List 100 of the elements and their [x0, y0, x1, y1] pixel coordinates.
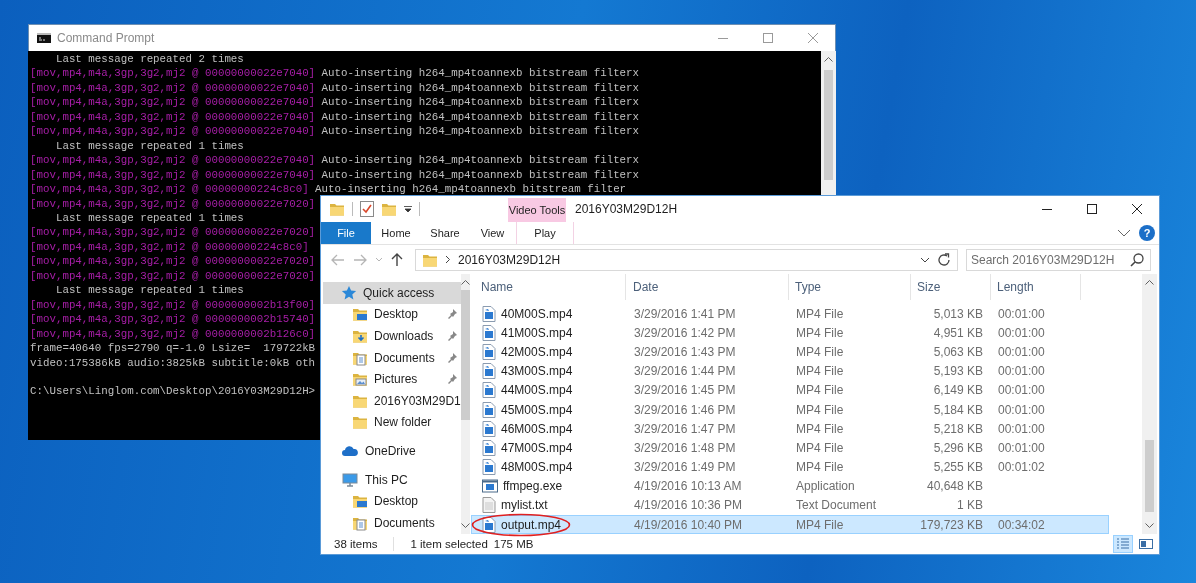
file-name[interactable]: mylist.txt — [501, 498, 548, 513]
table-cell: 5,063 KB — [933, 344, 983, 359]
nav-item[interactable]: Desktop — [321, 303, 461, 326]
help-button[interactable]: ? — [1139, 225, 1155, 241]
file-row[interactable]: 47M00S.mp4 3/29/2016 1:48 PM MP4 File 5,296 KB 00:01:00 — [471, 438, 1109, 458]
ribbon-tab[interactable]: Play — [516, 222, 574, 244]
file-name[interactable]: 45M00S.mp4 — [501, 402, 573, 417]
nav-item[interactable]: New folder — [321, 411, 461, 434]
file-name[interactable]: 41M00S.mp4 — [501, 325, 573, 340]
file-row[interactable]: 43M00S.mp4 3/29/2016 1:44 PM MP4 File 5,193 KB 00:01:00 — [471, 361, 1109, 381]
file-row[interactable]: 48M00S.mp4 3/29/2016 1:49 PM MP4 File 5,255 KB 00:01:02 — [471, 457, 1109, 477]
nav-item[interactable]: 2016Y03M29D1 — [321, 389, 461, 412]
checklist-icon[interactable] — [360, 201, 374, 217]
table-cell: 3/29/2016 1:47 PM — [634, 421, 736, 436]
nav-item[interactable]: Downloads — [321, 325, 461, 347]
file-row[interactable]: 42M00S.mp4 3/29/2016 1:43 PM MP4 File 5,063 KB 00:01:00 — [471, 342, 1109, 362]
file-row[interactable]: mylist.txt 4/19/2016 10:36 PM Text Document 1 KB — [471, 495, 1109, 516]
scroll-up-icon[interactable] — [1145, 279, 1154, 285]
file-row[interactable]: 46M00S.mp4 3/29/2016 1:47 PM MP4 File 5,218 KB 00:01:00 — [471, 419, 1109, 439]
table-cell: 00:34:02 — [998, 517, 1045, 532]
table-cell: MP4 File — [796, 364, 844, 379]
nav-item[interactable]: OneDrive — [321, 440, 461, 462]
ribbon-tab[interactable]: View — [469, 222, 516, 244]
scroll-up-icon[interactable] — [824, 56, 833, 62]
ribbon-tab[interactable]: Share — [421, 222, 469, 244]
folder-icon — [352, 414, 368, 431]
downloads-folder-icon — [352, 328, 368, 344]
table-cell: 3/29/2016 1:41 PM — [634, 306, 736, 321]
console-line: [mov,mp4,m4a,3gp,3g2,mj2 @ 00000000022e7020] — [30, 196, 316, 211]
application-icon — [482, 478, 498, 495]
scroll-up-icon[interactable] — [460, 279, 470, 285]
desktop-folder-icon — [352, 493, 368, 510]
nav-item[interactable]: Documents — [321, 346, 461, 369]
computer-icon — [341, 471, 359, 488]
text-file-icon — [482, 497, 496, 514]
address-bar[interactable]: 2016Y03M29D12H — [415, 248, 958, 271]
scroll-down-icon[interactable] — [1145, 523, 1154, 529]
file-name[interactable]: 48M00S.mp4 — [501, 460, 573, 475]
file-row[interactable]: 40M00S.mp4 3/29/2016 1:41 PM MP4 File 5,013 KB 00:01:00 — [471, 304, 1109, 324]
expand-ribbon-icon[interactable] — [1117, 229, 1131, 237]
search-icon[interactable] — [1130, 252, 1144, 267]
file-tab[interactable]: File — [321, 222, 371, 244]
console-line: [mov,mp4,m4a,3gp,3g2,mj2 @ 0000000002b13f00] — [30, 297, 316, 313]
file-name[interactable]: 42M00S.mp4 — [501, 344, 573, 359]
column-header[interactable]: Date — [626, 274, 789, 300]
column-header[interactable]: Size — [911, 274, 991, 300]
status-text: 1 item selected — [410, 538, 488, 550]
console-line: frame=40640 fps=2790 q=-1.0 Lsize= 179722kB — [30, 341, 316, 356]
console-line: [mov,mp4,m4a,3gp,3g2,mj2 @ 0000000002b15740] — [30, 312, 316, 327]
file-name[interactable]: 44M00S.mp4 — [501, 383, 573, 398]
caret-icon[interactable] — [404, 205, 412, 213]
column-header[interactable]: Length — [991, 274, 1081, 300]
column-header[interactable]: Name — [471, 274, 626, 300]
table-cell: MP4 File — [796, 402, 844, 417]
nav-item[interactable]: Desktop — [321, 490, 461, 512]
file-row[interactable]: ffmpeg.exe 4/19/2016 10:13 AM Application 40,648 KB — [471, 476, 1109, 496]
table-cell: 6,149 KB — [933, 383, 983, 398]
table-cell: 3/29/2016 1:49 PM — [634, 460, 736, 475]
console-line: [mov,mp4,m4a,3gp,3g2,mj2 @ 0000000002b126c0] — [30, 326, 316, 342]
ribbon-tab[interactable]: Home — [371, 222, 421, 244]
scrollbar-thumb[interactable] — [1145, 440, 1154, 512]
nav-item[interactable]: This PC — [321, 468, 461, 491]
scrollbar[interactable] — [460, 274, 470, 534]
status-text: 175 MB — [493, 538, 534, 550]
file-name[interactable]: ffmpeg.exe — [503, 479, 563, 494]
breadcrumb[interactable]: 2016Y03M29D12H — [458, 252, 561, 267]
search-field[interactable]: Search 2016Y03M29D12H — [966, 248, 1151, 271]
table-cell: Application — [796, 479, 855, 494]
scrollbar-thumb[interactable] — [824, 70, 833, 180]
maximize-icon[interactable] — [1086, 204, 1097, 214]
file-name[interactable]: 40M00S.mp4 — [501, 306, 573, 321]
up-icon[interactable] — [391, 252, 403, 267]
table-cell: MP4 File — [796, 383, 844, 398]
video-file-icon — [482, 305, 496, 322]
table-cell: 4/19/2016 10:40 PM — [634, 517, 743, 532]
file-name[interactable]: 47M00S.mp4 — [501, 440, 573, 455]
table-cell: 5,296 KB — [933, 440, 983, 455]
file-name[interactable]: 43M00S.mp4 — [501, 364, 573, 379]
file-row[interactable]: output.mp4 4/19/2016 10:40 PM MP4 File 179,723 KB 00:34:02 — [471, 515, 1109, 535]
nav-item[interactable]: Pictures — [321, 368, 461, 390]
nav-item[interactable]: Quick access — [323, 282, 461, 304]
file-name[interactable]: 46M00S.mp4 — [501, 421, 573, 436]
dropdown-icon[interactable] — [920, 256, 930, 263]
pictures-folder-icon — [352, 371, 368, 388]
table-cell: 3/29/2016 1:48 PM — [634, 440, 736, 455]
console-line: [mov,mp4,m4a,3gp,3g2,mj2 @ 00000000022e7040] Auto-inserting h264_mp4toannexb bitstream filterx — [30, 167, 640, 183]
scroll-down-icon[interactable] — [460, 523, 470, 529]
close-icon[interactable] — [1131, 204, 1142, 214]
table-cell: 00:01:00 — [998, 344, 1045, 359]
scrollbar-thumb[interactable] — [460, 290, 470, 420]
breadcrumb-chevron-icon[interactable] — [445, 255, 451, 264]
file-row[interactable]: 45M00S.mp4 3/29/2016 1:46 PM MP4 File 5,184 KB 00:01:00 — [471, 399, 1109, 420]
explorer-window[interactable] — [320, 195, 1160, 555]
table-cell: 00:01:00 — [998, 325, 1045, 340]
file-row[interactable]: 41M00S.mp4 3/29/2016 1:42 PM MP4 File 4,951 KB 00:01:00 — [471, 323, 1109, 343]
scrollbar[interactable] — [1142, 274, 1157, 534]
refresh-icon[interactable] — [937, 252, 951, 267]
nav-item[interactable]: Documents — [321, 511, 461, 534]
file-row[interactable]: 44M00S.mp4 3/29/2016 1:45 PM MP4 File 6,149 KB 00:01:00 — [471, 380, 1109, 400]
column-header[interactable]: Type — [789, 274, 911, 300]
